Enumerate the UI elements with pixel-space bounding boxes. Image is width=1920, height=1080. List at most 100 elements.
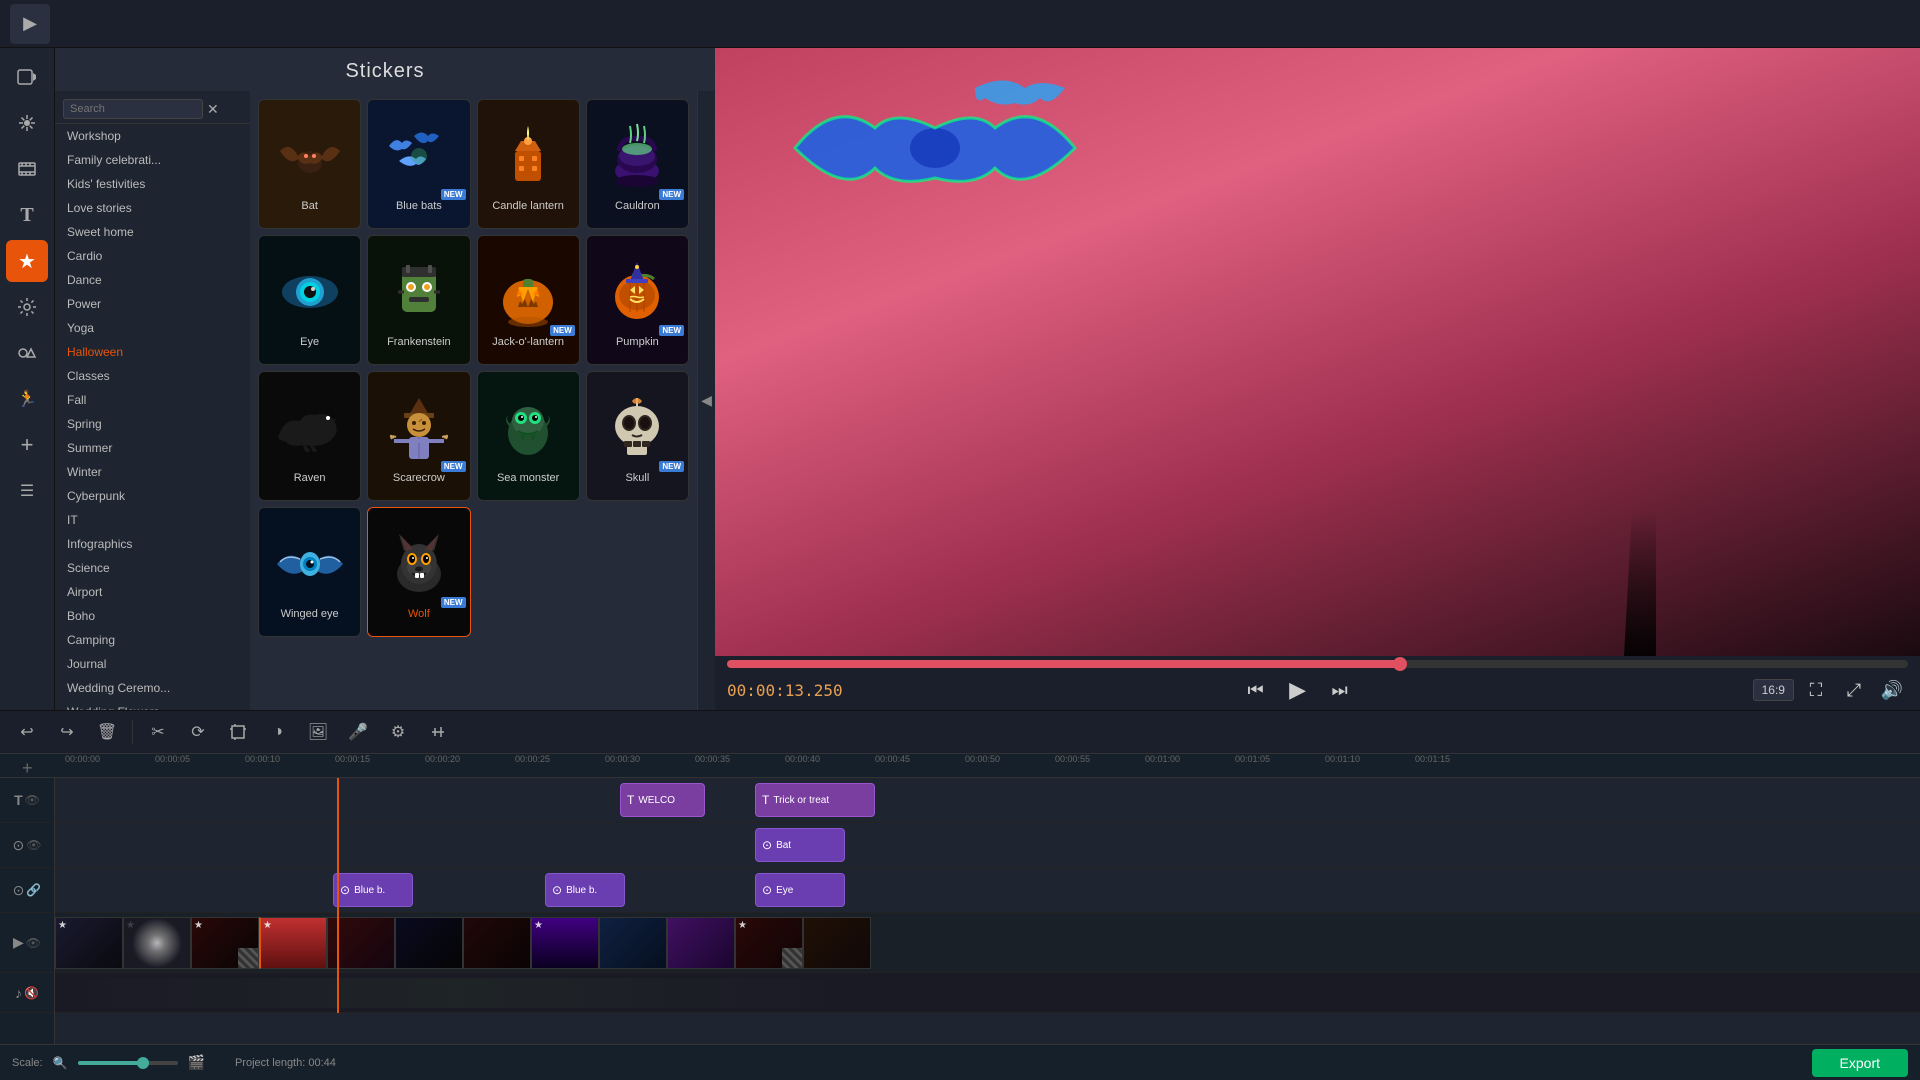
cat-airport[interactable]: Airport [55, 580, 250, 604]
left-icon-text[interactable]: T [6, 194, 48, 236]
text-clip-trick-or-treat[interactable]: T Trick or treat [755, 783, 875, 817]
cat-it[interactable]: IT [55, 508, 250, 532]
video-thumb-4[interactable] [327, 917, 395, 969]
rewind-button[interactable]: ⏮ [1240, 674, 1272, 706]
sticker-eye[interactable]: Eye [258, 235, 361, 365]
left-icon-magic[interactable] [6, 102, 48, 144]
audio-track-mute[interactable]: 🔇 [24, 986, 39, 1000]
volume-button[interactable]: 🔊 [1876, 674, 1908, 706]
sticker-clip-bat[interactable]: ⊙ Bat [755, 828, 845, 862]
collapse-arrow[interactable]: ◀ [697, 91, 715, 710]
sticker-clip-eye-icon: ⊙ [762, 883, 772, 897]
cat-workshop[interactable]: Workshop [55, 124, 250, 148]
video-thumb-3[interactable]: ★ [259, 917, 327, 969]
cat-boho[interactable]: Boho [55, 604, 250, 628]
forward-button[interactable]: ⏭ [1324, 674, 1356, 706]
cat-spring[interactable]: Spring [55, 412, 250, 436]
left-icon-tools[interactable] [6, 286, 48, 328]
sticker-jack-o-lantern[interactable]: NEW Jack-o'-lantern [477, 235, 580, 365]
sticker-track-eye[interactable]: 👁 [26, 838, 41, 852]
video-thumb-11[interactable] [803, 917, 871, 969]
cat-power[interactable]: Power [55, 292, 250, 316]
sticker-scarecrow[interactable]: NEW [367, 371, 470, 501]
video-thumb-6[interactable] [463, 917, 531, 969]
search-input[interactable] [63, 99, 203, 119]
video-thumb-9[interactable] [667, 917, 735, 969]
cut-button[interactable]: ✂ [141, 715, 175, 749]
crop-button[interactable] [221, 715, 255, 749]
cat-love[interactable]: Love stories [55, 196, 250, 220]
left-icon-add[interactable]: + [6, 424, 48, 466]
cat-sweet[interactable]: Sweet home [55, 220, 250, 244]
cat-classes[interactable]: Classes [55, 364, 250, 388]
sticker-candle-lantern[interactable]: Candle lantern [477, 99, 580, 229]
scale-slider[interactable] [78, 1061, 178, 1065]
cat-infographics[interactable]: Infographics [55, 532, 250, 556]
aspect-ratio-badge[interactable]: 16:9 [1753, 679, 1794, 701]
cat-science[interactable]: Science [55, 556, 250, 580]
export-button[interactable]: Export [1812, 1049, 1908, 1077]
undo-button[interactable]: ↩ [10, 715, 44, 749]
cat-family[interactable]: Family celebrati... [55, 148, 250, 172]
text-track-eye[interactable]: 👁 [25, 793, 40, 807]
cat-cyberpunk[interactable]: Cyberpunk [55, 484, 250, 508]
cat-dance[interactable]: Dance [55, 268, 250, 292]
sticker-winged-eye[interactable]: Winged eye [258, 507, 361, 637]
sticker-bat[interactable]: Bat [258, 99, 361, 229]
video-thumb-10[interactable]: ★ [735, 917, 803, 969]
sticker-clip-eye[interactable]: ⊙ Eye [755, 873, 845, 907]
video-thumb-5[interactable] [395, 917, 463, 969]
cat-halloween[interactable]: Halloween [55, 340, 250, 364]
sticker-wolf[interactable]: NEW [367, 507, 470, 637]
add-track-button[interactable]: + [22, 758, 33, 778]
left-icon-film[interactable] [6, 148, 48, 190]
sticker-cauldron[interactable]: NEW Cau [586, 99, 689, 229]
progress-bar[interactable] [727, 660, 1908, 668]
cat-camping[interactable]: Camping [55, 628, 250, 652]
sticker-pumpkin[interactable]: NEW [586, 235, 689, 365]
redo-button[interactable]: ↪ [50, 715, 84, 749]
mic-button[interactable]: 🎤 [341, 715, 375, 749]
sticker-frankenstein[interactable]: Frankenstein [367, 235, 470, 365]
sticker-sea-monster[interactable]: Sea monster [477, 371, 580, 501]
image-button[interactable]: 🖼 [301, 715, 335, 749]
sticker2-track-link[interactable]: 🔗 [26, 883, 41, 897]
video-thumb-2[interactable]: ★ [191, 917, 259, 969]
equalizer-button[interactable] [421, 715, 455, 749]
video-track-eye[interactable]: 👁 [26, 936, 41, 950]
sticker-clip-blue-left[interactable]: ⊙ Blue b. [333, 873, 413, 907]
sticker-skull[interactable]: NEW [586, 371, 689, 501]
screen-fit-button[interactable]: ⛶ [1800, 674, 1832, 706]
sticker-clip-blue-mid[interactable]: ⊙ Blue b. [545, 873, 625, 907]
redo2-button[interactable]: ⟳ [181, 715, 215, 749]
cat-wedding-f[interactable]: Wedding Flowers [55, 700, 250, 710]
left-icon-menu[interactable]: ☰ [6, 470, 48, 512]
video-thumb-7[interactable]: ★ [531, 917, 599, 969]
left-icon-sport[interactable]: 🏃 [6, 378, 48, 420]
delete-button[interactable]: 🗑 [90, 715, 124, 749]
left-icon-video[interactable] [6, 56, 48, 98]
color-button[interactable]: ◑ [261, 715, 295, 749]
search-clear-btn[interactable]: ✕ [207, 101, 219, 118]
left-icon-sticker[interactable]: ★ [6, 240, 48, 282]
sticker-sea-monster-label: Sea monster [497, 472, 559, 484]
cat-winter[interactable]: Winter [55, 460, 250, 484]
settings-button[interactable]: ⚙ [381, 715, 415, 749]
cat-cardio[interactable]: Cardio [55, 244, 250, 268]
sticker-raven[interactable]: Raven [258, 371, 361, 501]
left-icon-shapes[interactable] [6, 332, 48, 374]
cat-wedding-c[interactable]: Wedding Ceremo... [55, 676, 250, 700]
cat-summer[interactable]: Summer [55, 436, 250, 460]
cat-kids[interactable]: Kids' festivities [55, 172, 250, 196]
text-clip-welcome[interactable]: T WELCO [620, 783, 705, 817]
video-thumb-1[interactable]: ★ [123, 917, 191, 969]
cat-fall[interactable]: Fall [55, 388, 250, 412]
sticker-blue-bats[interactable]: NEW Blue bats [367, 99, 470, 229]
video-thumb-8[interactable] [599, 917, 667, 969]
sticker-bat-thumb [270, 116, 350, 196]
cat-yoga[interactable]: Yoga [55, 316, 250, 340]
video-thumb-0[interactable]: ★ [55, 917, 123, 969]
cat-journal[interactable]: Journal [55, 652, 250, 676]
fullscreen-button[interactable]: ⤢ [1838, 674, 1870, 706]
play-button[interactable]: ▶ [1282, 674, 1314, 706]
